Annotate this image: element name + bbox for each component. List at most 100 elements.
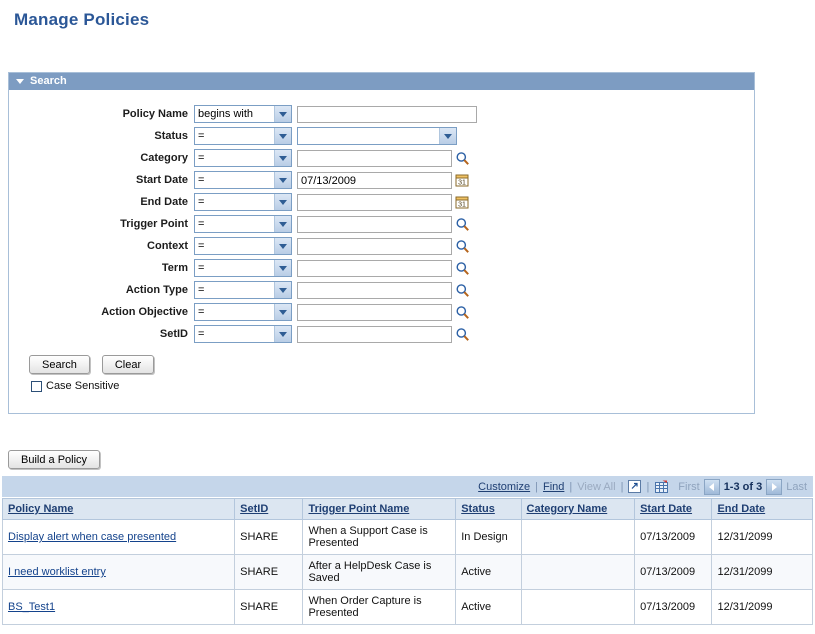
column-header[interactable]: Trigger Point Name [303, 499, 456, 520]
operator-select[interactable]: = [194, 215, 292, 233]
operator-value: = [198, 262, 274, 274]
operator-select[interactable]: begins with [194, 105, 292, 123]
page-range-label: 1-3 of 3 [724, 481, 763, 493]
lookup-search-icon[interactable] [455, 327, 470, 342]
first-page-link[interactable]: First [678, 481, 699, 493]
results-grid: Customize | Find | View All | | Firs [2, 476, 813, 625]
next-page-icon[interactable] [766, 479, 782, 495]
criteria-value-input[interactable] [297, 260, 452, 277]
build-a-policy-button[interactable]: Build a Policy [8, 450, 100, 469]
column-header[interactable]: Policy Name [3, 499, 235, 520]
svg-text:31: 31 [458, 202, 466, 209]
chevron-down-icon[interactable] [274, 282, 291, 298]
operator-value: = [198, 174, 274, 186]
criteria-label: Action Objective [9, 306, 194, 318]
chevron-down-icon[interactable] [274, 238, 291, 254]
lookup-search-icon[interactable] [455, 283, 470, 298]
operator-select[interactable]: = [194, 259, 292, 277]
operator-select[interactable]: = [194, 193, 292, 211]
case-sensitive-checkbox[interactable] [31, 381, 42, 392]
column-header[interactable]: End Date [712, 499, 813, 520]
criteria-value-input[interactable] [297, 304, 452, 321]
lookup-search-icon[interactable] [455, 305, 470, 320]
column-header[interactable]: Status [456, 499, 521, 520]
chevron-down-icon[interactable] [274, 172, 291, 188]
chevron-down-icon[interactable] [274, 304, 291, 320]
table-cell-end-date: 12/31/2099 [712, 555, 813, 590]
criteria-label: Term [9, 262, 194, 274]
calendar-icon[interactable]: 31 [455, 195, 469, 209]
criteria-value-input[interactable]: 07/13/2009 [297, 172, 452, 189]
triangle-down-icon[interactable] [16, 79, 24, 84]
download-spreadsheet-icon[interactable] [654, 480, 669, 494]
clear-button[interactable]: Clear [102, 355, 154, 374]
operator-select[interactable]: = [194, 127, 292, 145]
criteria-value-input[interactable] [297, 238, 452, 255]
case-sensitive-label: Case Sensitive [46, 380, 119, 392]
calendar-icon[interactable]: 31 [455, 173, 469, 187]
lookup-search-icon[interactable] [455, 261, 470, 276]
grid-toolbar: Customize | Find | View All | | Firs [2, 476, 813, 498]
expand-window-icon[interactable] [628, 480, 641, 493]
criteria-value-input[interactable] [297, 150, 452, 167]
table-row: I need worklist entrySHAREAfter a HelpDe… [3, 555, 813, 590]
operator-select[interactable]: = [194, 303, 292, 321]
page-title: Manage Policies [0, 0, 815, 30]
column-header-link[interactable]: Status [461, 503, 495, 515]
criteria-value-input[interactable] [297, 194, 452, 211]
chevron-down-icon[interactable] [274, 326, 291, 342]
criteria-label: Policy Name [9, 108, 194, 120]
column-header-link[interactable]: Category Name [527, 503, 608, 515]
find-link[interactable]: Find [540, 481, 567, 493]
chevron-down-icon[interactable] [274, 106, 291, 122]
table-cell-policy-name: I need worklist entry [3, 555, 235, 590]
customize-link[interactable]: Customize [475, 481, 533, 493]
table-cell-trigger-point-name: After a HelpDesk Case is Saved [303, 555, 456, 590]
criteria-value-input[interactable] [297, 216, 452, 233]
toolbar-separator-2: | [567, 481, 574, 493]
policy-name-link[interactable]: I need worklist entry [8, 566, 106, 578]
column-header[interactable]: Start Date [635, 499, 712, 520]
criteria-label: Trigger Point [9, 218, 194, 230]
operator-value: = [198, 328, 274, 340]
chevron-down-icon[interactable] [274, 216, 291, 232]
criteria-value-select[interactable] [297, 127, 457, 145]
operator-value: = [198, 196, 274, 208]
column-header-link[interactable]: End Date [717, 503, 765, 515]
column-header-link[interactable]: Trigger Point Name [308, 503, 409, 515]
last-page-link[interactable]: Last [786, 481, 807, 493]
chevron-down-icon[interactable] [274, 260, 291, 276]
table-cell-policy-name: Display alert when case presented [3, 520, 235, 555]
view-all-link[interactable]: View All [574, 481, 618, 493]
chevron-down-icon[interactable] [439, 128, 456, 144]
operator-select[interactable]: = [194, 281, 292, 299]
chevron-down-icon[interactable] [274, 194, 291, 210]
criteria-value-input[interactable] [297, 106, 477, 123]
search-button[interactable]: Search [29, 355, 90, 374]
search-panel-header[interactable]: Search [9, 73, 754, 91]
operator-select[interactable]: = [194, 171, 292, 189]
policy-table: Policy Name SetID Trigger Point Name Status… [2, 498, 813, 625]
policy-name-link[interactable]: Display alert when case presented [8, 531, 176, 543]
column-header[interactable]: Category Name [521, 499, 635, 520]
chevron-down-icon[interactable] [274, 150, 291, 166]
table-row: Display alert when case presentedSHAREWh… [3, 520, 813, 555]
column-header-link[interactable]: Start Date [640, 503, 692, 515]
lookup-search-icon[interactable] [455, 151, 470, 166]
column-header-link[interactable]: Policy Name [8, 503, 73, 515]
criteria-value-input[interactable] [297, 326, 452, 343]
operator-select[interactable]: = [194, 149, 292, 167]
chevron-down-icon[interactable] [274, 128, 291, 144]
lookup-search-icon[interactable] [455, 217, 470, 232]
criteria-row: Action Objective= [9, 301, 754, 323]
lookup-search-icon[interactable] [455, 239, 470, 254]
column-header[interactable]: SetID [235, 499, 303, 520]
table-row: BS_Test1SHAREWhen Order Capture is Prese… [3, 590, 813, 625]
column-header-link[interactable]: SetID [240, 503, 268, 515]
operator-select[interactable]: = [194, 325, 292, 343]
prev-page-icon[interactable] [704, 479, 720, 495]
operator-select[interactable]: = [194, 237, 292, 255]
criteria-value-input[interactable] [297, 282, 452, 299]
operator-value: = [198, 284, 274, 296]
policy-name-link[interactable]: BS_Test1 [8, 601, 55, 613]
